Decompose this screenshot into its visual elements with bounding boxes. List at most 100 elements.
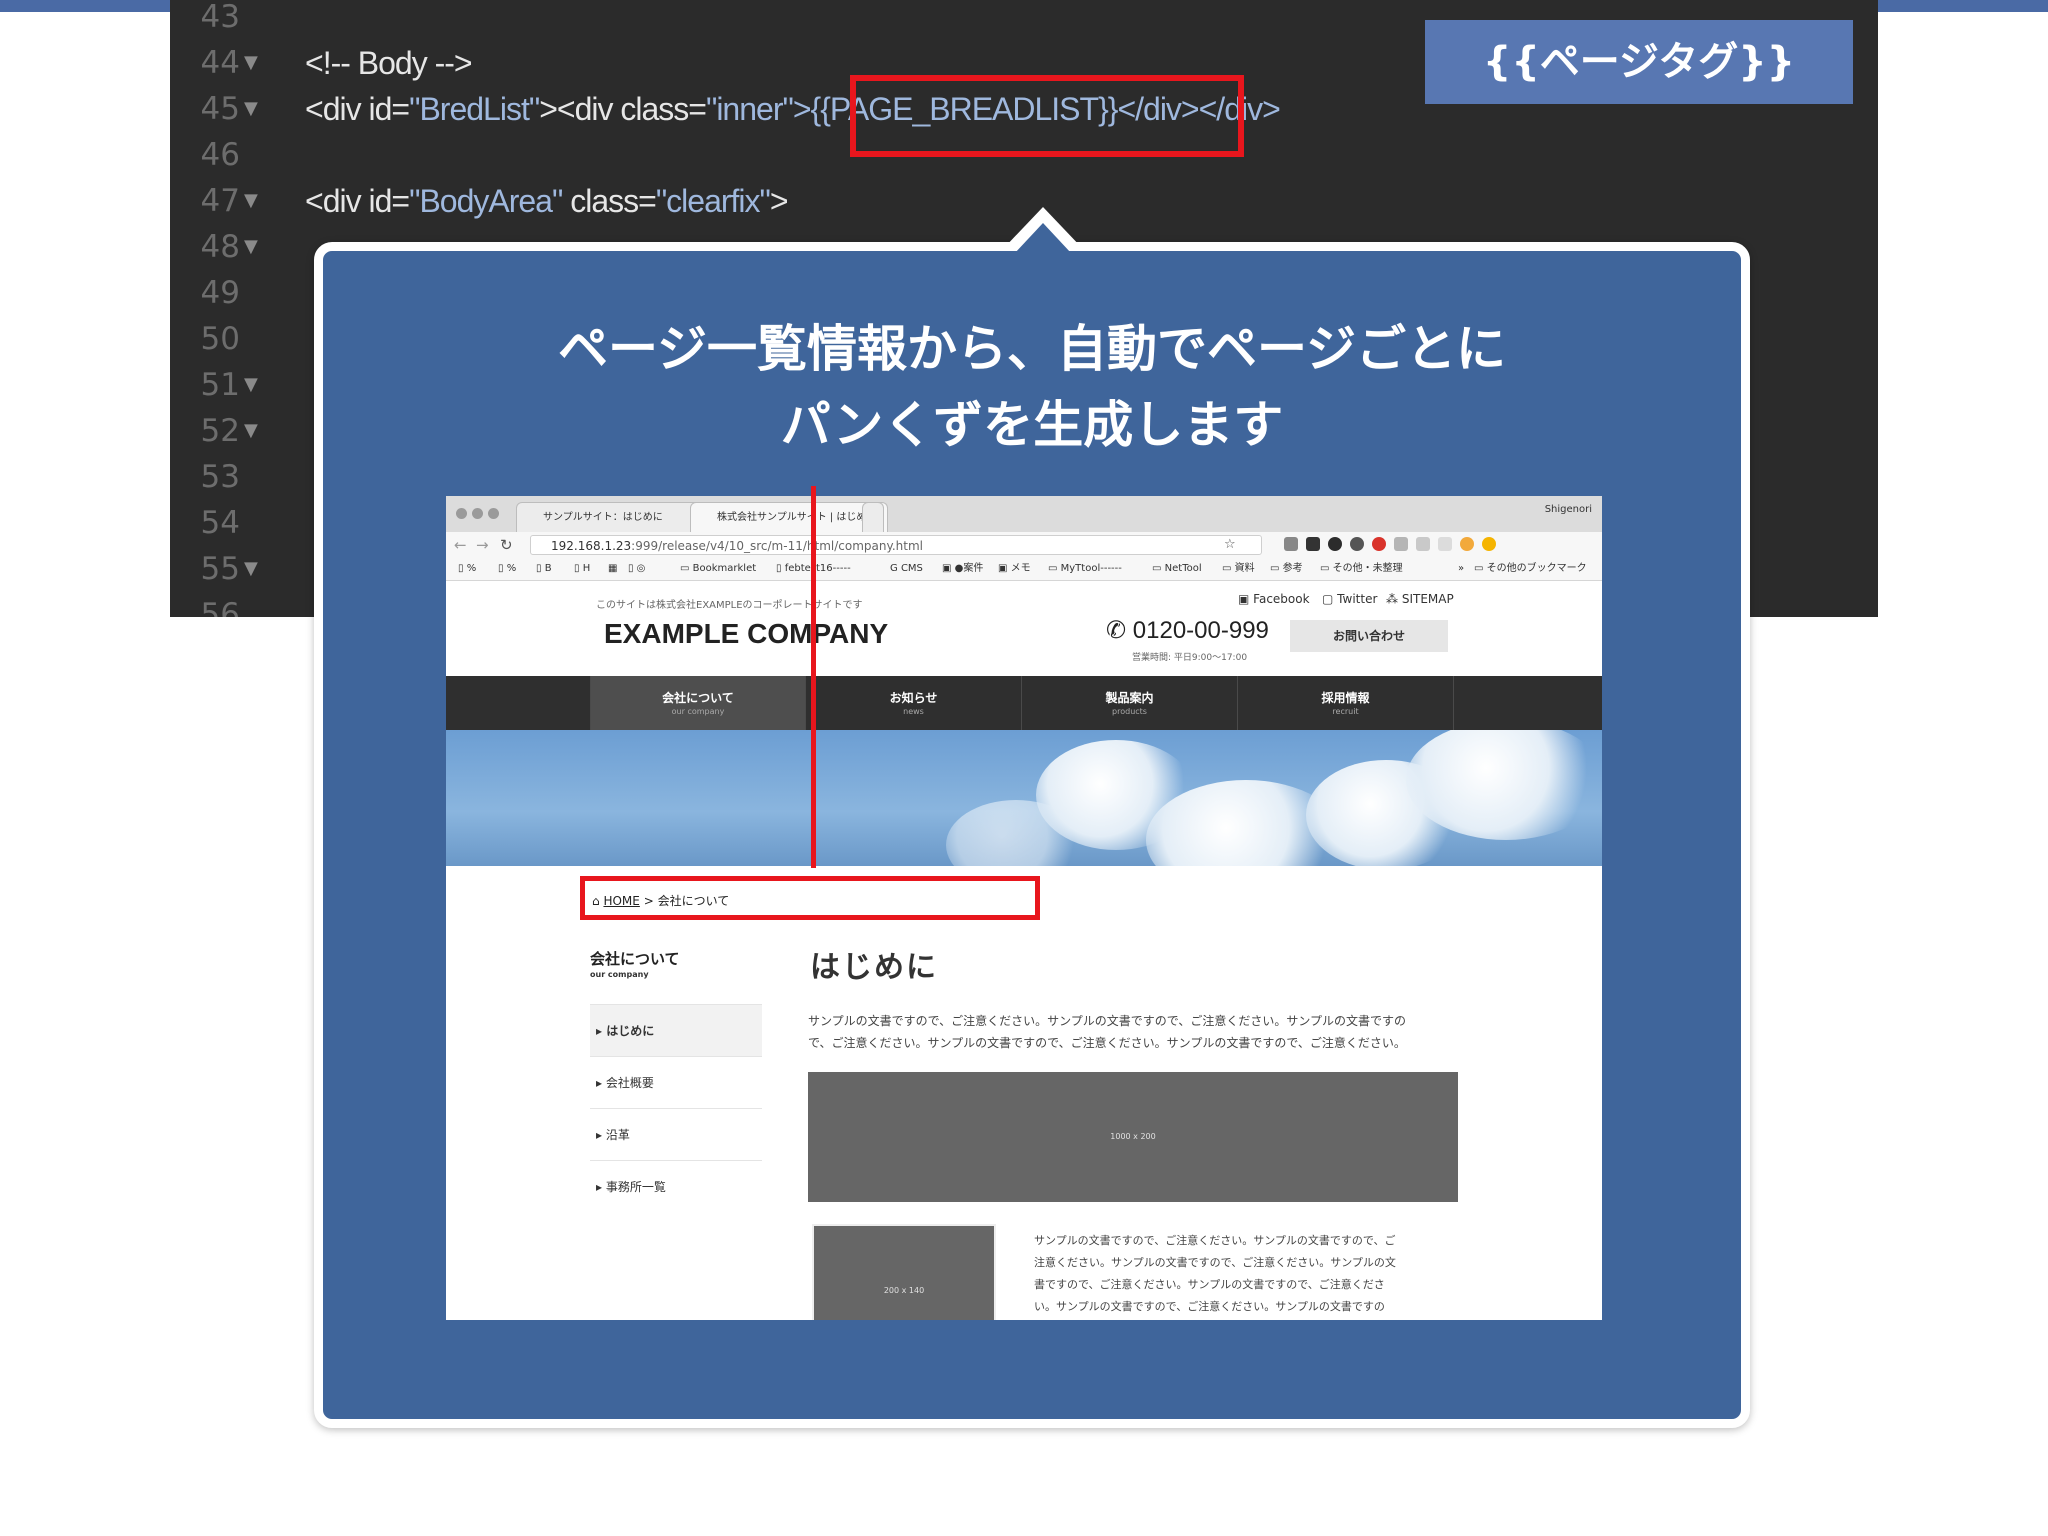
reload-icon[interactable]: ↻: [500, 536, 513, 554]
bookmark-item[interactable]: ▣ ●案件: [942, 558, 983, 580]
sidebar-item[interactable]: ▸ はじめに: [590, 1004, 762, 1056]
facebook-link[interactable]: ▣ Facebook: [1238, 592, 1310, 606]
bookmark-item[interactable]: ▯ ◎: [628, 558, 645, 580]
code-text: <div id="BodyArea" class="clearfix">: [305, 183, 789, 219]
site-logo[interactable]: EXAMPLE COMPANY: [604, 618, 888, 650]
line-number: 51: [200, 367, 240, 403]
line-number: 52: [200, 413, 240, 449]
bookmark-folder[interactable]: ▭ NetTool: [1152, 558, 1202, 580]
bookmark-folder[interactable]: ▭ 資料: [1222, 558, 1255, 580]
nav-item-products[interactable]: 製品案内 products: [1022, 676, 1238, 730]
fold-arrow-icon[interactable]: ▼: [244, 546, 274, 592]
extension-icon[interactable]: [1372, 537, 1386, 551]
new-tab-button[interactable]: [862, 502, 884, 533]
fold-arrow-icon[interactable]: ▼: [244, 224, 274, 270]
page-tag-label: {{ページタグ}}: [1425, 20, 1853, 104]
sitemap-link[interactable]: ⁂ SITEMAP: [1386, 592, 1454, 606]
back-icon[interactable]: ←: [454, 536, 467, 554]
bookmark-folder[interactable]: ▭ Bookmarklet: [680, 558, 756, 580]
global-nav: 会社について our company お知らせ news 製品案内 produc…: [446, 676, 1602, 730]
image-placeholder-small: 200 x 140: [812, 1224, 996, 1320]
forward-icon[interactable]: →: [476, 536, 489, 554]
code-comment: <!-- Body -->: [305, 45, 473, 81]
bookmarks-bar: ▯ % ▯ % ▯ B ▯ H ▦ ▯ ◎ ▭ Bookmarklet ▯ fe…: [446, 558, 1602, 581]
url-input[interactable]: 192.168.1.23:999/release/v4/10_src/m-11/…: [530, 535, 1262, 555]
grid-icon[interactable]: ▦: [608, 558, 617, 580]
line-number: 56: [200, 597, 240, 617]
image-placeholder-large: 1000 x 200: [808, 1072, 1458, 1202]
bookmark-folder[interactable]: ▭ その他・未整理: [1320, 558, 1403, 580]
phone-number: ✆ 0120-00-999: [1106, 617, 1269, 644]
breadcrumb-highlight-box: [580, 876, 1040, 920]
line-number: 50: [200, 321, 240, 357]
bookmark-item[interactable]: ▯ %: [458, 558, 476, 580]
page-heading: はじめに: [810, 950, 938, 985]
contact-button[interactable]: お問い合わせ: [1290, 620, 1448, 652]
extension-icon[interactable]: [1284, 537, 1298, 551]
extension-icon[interactable]: [1350, 537, 1364, 551]
code-highlight-box: [850, 75, 1244, 157]
extension-icon[interactable]: [1416, 537, 1430, 551]
twitter-link[interactable]: ▢ Twitter: [1322, 592, 1377, 606]
line-number: 53: [200, 459, 240, 495]
line-number: 43: [200, 0, 240, 35]
site-tagline: このサイトは株式会社EXAMPLEのコーポレートサイトです: [596, 600, 863, 611]
bookmark-star-icon[interactable]: ☆: [1224, 536, 1236, 554]
extension-icon[interactable]: [1328, 537, 1342, 551]
bookmark-item[interactable]: ▯ H: [574, 558, 590, 580]
bookmark-overflow[interactable]: »: [1458, 558, 1464, 580]
browser-tab[interactable]: サンプルサイト：はじめに×: [516, 502, 716, 533]
nav-item-recruit[interactable]: 採用情報 recruit: [1238, 676, 1454, 730]
bookmark-item[interactable]: ▯ B: [536, 558, 552, 580]
close-window-icon[interactable]: [456, 508, 467, 519]
browser-tab-strip: サンプルサイト：はじめに× 株式会社サンプルサイト | はじめに× Shigen…: [446, 496, 1602, 533]
line-number: 49: [200, 275, 240, 311]
extension-icon[interactable]: [1438, 537, 1452, 551]
sidebar-item[interactable]: ▸ 会社概要: [590, 1056, 762, 1108]
extension-icon[interactable]: [1394, 537, 1408, 551]
extension-icon[interactable]: [1306, 537, 1320, 551]
phone-icon: ✆: [1106, 617, 1127, 644]
fold-arrow-icon[interactable]: ▼: [244, 40, 274, 86]
minimize-window-icon[interactable]: [472, 508, 483, 519]
bookmark-item[interactable]: G CMS: [890, 558, 923, 580]
top-accent-bar-left: [0, 0, 170, 12]
bookmark-folder[interactable]: ▭ その他のブックマーク: [1474, 558, 1587, 580]
browser-user[interactable]: Shigenori: [1545, 504, 1592, 515]
address-bar: ← → ↻ 192.168.1.23:999/release/v4/10_src…: [446, 532, 1602, 558]
nav-item-news[interactable]: お知らせ news: [806, 676, 1022, 730]
nav-item-company[interactable]: 会社について our company: [590, 676, 806, 730]
line-number: 47: [200, 183, 240, 219]
callout-title-line1: ページ一覧情報から、自動でページごとに: [558, 320, 1506, 378]
bookmark-folder[interactable]: ▭ MyTtool------: [1048, 558, 1122, 580]
hero-image: [446, 730, 1602, 866]
sidebar-item[interactable]: ▸ 沿革: [590, 1108, 762, 1160]
bookmark-item[interactable]: ▣ メモ: [998, 558, 1031, 580]
callout-title-line2: パンくずを生成します: [780, 396, 1284, 454]
bookmark-folder[interactable]: ▭ 参考: [1270, 558, 1303, 580]
business-hours: 営業時間: 平日9:00〜17:00: [1132, 653, 1248, 663]
bookmark-item[interactable]: ▯ %: [498, 558, 516, 580]
sidebar-title: 会社について: [590, 950, 680, 968]
sidebar-item[interactable]: ▸ 事務所一覧: [590, 1160, 762, 1212]
extension-icon[interactable]: [1460, 537, 1474, 551]
extension-icon[interactable]: [1482, 537, 1496, 551]
fold-arrow-icon[interactable]: ▼: [244, 86, 274, 132]
maximize-window-icon[interactable]: [488, 508, 499, 519]
line-number: 48: [200, 229, 240, 265]
line-number: 54: [200, 505, 240, 541]
browser-tab-active[interactable]: 株式会社サンプルサイト | はじめに×: [690, 502, 888, 533]
line-number: 55: [200, 551, 240, 587]
annotation-connector-line: [811, 486, 816, 868]
fold-arrow-icon[interactable]: ▼: [244, 362, 274, 408]
top-accent-bar-right: [1878, 0, 2048, 12]
twitter-icon: ▢: [1322, 592, 1334, 606]
fold-arrow-icon[interactable]: ▼: [244, 408, 274, 454]
fold-arrow-icon[interactable]: ▼: [244, 178, 274, 224]
paragraph: サンプルの文書ですので、ご注意ください。サンプルの文書ですので、ご注意ください。…: [808, 1014, 1406, 1050]
line-number: 45: [200, 91, 240, 127]
line-number: 44: [200, 45, 240, 81]
sitemap-icon: ⁂: [1386, 592, 1398, 606]
sidebar-subtitle: our company: [590, 970, 649, 979]
paragraph: サンプルの文書ですので、ご注意ください。サンプルの文書ですので、ご 注意ください…: [1034, 1234, 1396, 1313]
